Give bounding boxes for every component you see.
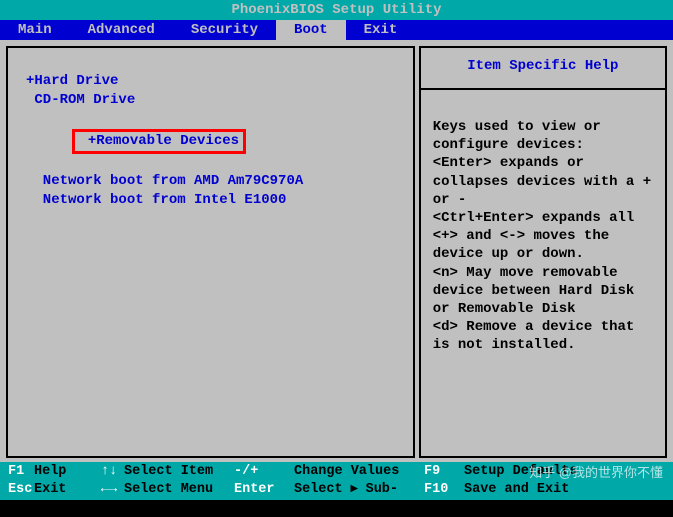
footer-bar: 知乎 @我的世界你不懂 F1 Help ↑↓ Select Item -/+ C… [0,462,673,500]
app-title: PhoenixBIOS Setup Utility [231,2,441,18]
boot-item-hard-drive[interactable]: +Hard Drive [26,72,405,91]
key-f1: F1 [0,463,34,481]
label-save-exit: Save and Exit [464,481,673,517]
boot-item-net-amd[interactable]: Network boot from AMD Am79C970A [26,172,405,191]
help-body: Keys used to view or configure devices:<… [421,90,665,362]
label-exit: Exit [34,481,94,517]
help-title: Item Specific Help [421,48,665,90]
menu-boot[interactable]: Boot [276,20,346,40]
title-bar: PhoenixBIOS Setup Utility [0,0,673,20]
footer-row-2: Esc Exit ←→ Select Menu Enter Select ▸ S… [0,481,673,517]
boot-item-cdrom[interactable]: CD-ROM Drive [26,91,405,110]
key-f10: F10 [424,481,464,517]
highlight-box: +Removable Devices [72,129,246,154]
label-select-menu: Select Menu [124,481,234,517]
menu-advanced[interactable]: Advanced [70,20,173,40]
boot-item-removable[interactable]: +Removable Devices [26,110,405,173]
arrows-leftright-icon: ←→ [94,481,124,517]
key-enter: Enter [234,481,294,517]
label-select-item: Select Item [124,463,234,481]
boot-item-net-intel[interactable]: Network boot from Intel E1000 [26,191,405,210]
menu-security[interactable]: Security [173,20,276,40]
menu-exit[interactable]: Exit [346,20,416,40]
label-select-submenu: Select ▸ Sub-Menu [294,481,424,517]
arrows-updown-icon: ↑↓ [94,463,124,481]
watermark: 知乎 @我的世界你不懂 [529,462,663,481]
main-area: +Hard Drive CD-ROM Drive +Removable Devi… [0,40,673,462]
boot-device-panel: +Hard Drive CD-ROM Drive +Removable Devi… [6,46,415,458]
label-help: Help [34,463,94,481]
help-panel: Item Specific Help Keys used to view or … [419,46,667,458]
key-esc: Esc [0,481,34,517]
key-plusminus: -/+ [234,463,294,481]
menu-bar: Main Advanced Security Boot Exit [0,20,673,40]
key-f9: F9 [424,463,464,481]
menu-main[interactable]: Main [0,20,70,40]
label-change-values: Change Values [294,463,424,481]
